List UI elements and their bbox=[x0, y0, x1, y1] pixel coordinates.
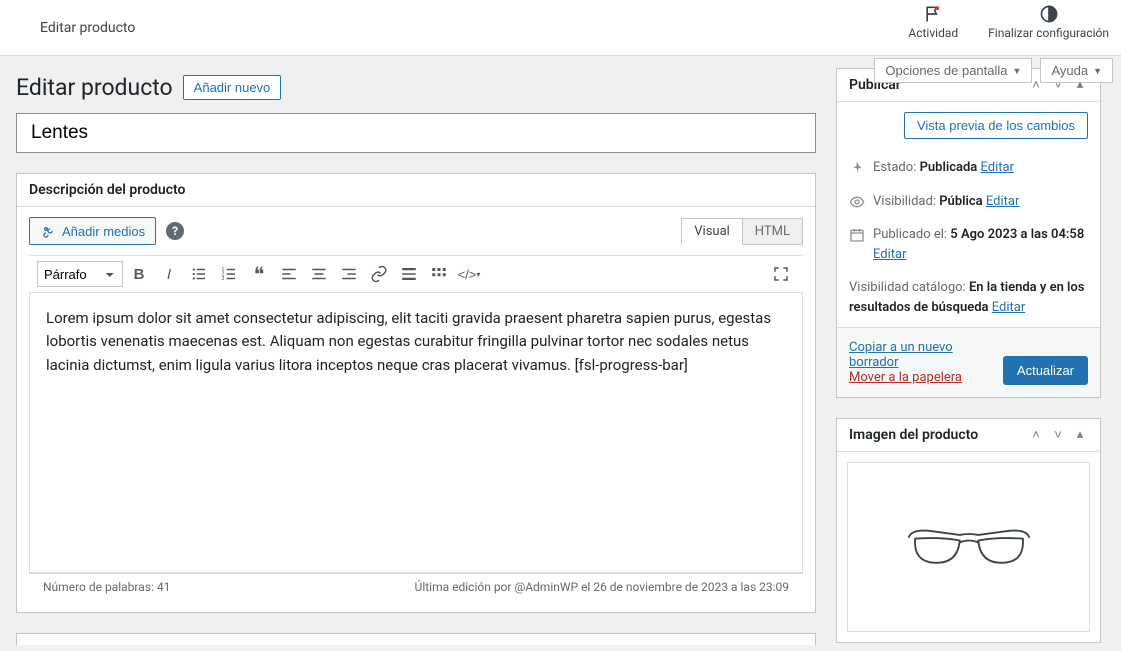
quote-button[interactable]: ❝ bbox=[245, 260, 273, 288]
bullet-list-button[interactable] bbox=[185, 260, 213, 288]
align-right-icon bbox=[340, 265, 358, 283]
bold-button[interactable]: B bbox=[125, 260, 153, 288]
pin-icon bbox=[849, 160, 865, 176]
align-right-button[interactable] bbox=[335, 260, 363, 288]
move-up-icon[interactable]: ˄ bbox=[1028, 427, 1044, 443]
format-select[interactable]: Párrafo bbox=[37, 261, 123, 287]
list-ul-icon bbox=[190, 265, 208, 283]
help-icon[interactable]: ? bbox=[166, 222, 184, 240]
activity-button[interactable]: Actividad bbox=[908, 4, 958, 40]
align-left-icon bbox=[280, 265, 298, 283]
finish-config-button[interactable]: Finalizar configuración bbox=[988, 4, 1109, 40]
readmore-button[interactable] bbox=[395, 260, 423, 288]
add-new-button[interactable]: Añadir nuevo bbox=[183, 75, 282, 100]
code-button[interactable]: </>▾ bbox=[455, 260, 483, 288]
product-image[interactable] bbox=[847, 462, 1090, 632]
screen-options-button[interactable]: Opciones de pantalla▼ bbox=[874, 58, 1032, 83]
edit-date-link[interactable]: Editar bbox=[873, 247, 907, 262]
kitchen-sink-icon bbox=[430, 265, 448, 283]
link-button[interactable] bbox=[365, 260, 393, 288]
help-button[interactable]: Ayuda▼ bbox=[1040, 58, 1113, 83]
number-list-button[interactable]: 123 bbox=[215, 260, 243, 288]
align-center-icon bbox=[310, 265, 328, 283]
editor-content[interactable]: Lorem ipsum dolor sit amet consectetur a… bbox=[29, 293, 803, 573]
list-ol-icon: 123 bbox=[220, 265, 238, 283]
align-center-button[interactable] bbox=[305, 260, 333, 288]
add-media-button[interactable]: Añadir medios bbox=[29, 217, 156, 245]
media-icon bbox=[40, 223, 56, 239]
contrast-icon bbox=[1039, 4, 1059, 24]
editor-box-title: Descripción del producto bbox=[29, 182, 185, 198]
eye-icon bbox=[849, 194, 865, 210]
flag-icon bbox=[923, 4, 943, 24]
image-box-title: Imagen del producto bbox=[849, 427, 978, 443]
italic-button[interactable]: I bbox=[155, 260, 183, 288]
edit-status-link[interactable]: Editar bbox=[981, 160, 1015, 175]
collapse-icon[interactable]: ▴ bbox=[1072, 427, 1088, 443]
glasses-icon bbox=[904, 522, 1034, 572]
svg-text:3: 3 bbox=[222, 276, 225, 282]
trash-link[interactable]: Mover a la papelera bbox=[849, 370, 962, 385]
calendar-icon bbox=[849, 227, 865, 243]
copy-draft-link[interactable]: Copiar a un nuevo borrador bbox=[849, 340, 953, 370]
preview-button[interactable]: Vista previa de los cambios bbox=[904, 112, 1088, 139]
page-title: Editar producto bbox=[16, 74, 173, 101]
tab-visual[interactable]: Visual bbox=[681, 218, 743, 245]
product-title-input[interactable] bbox=[16, 113, 816, 153]
edit-visibility-link[interactable]: Editar bbox=[986, 194, 1020, 209]
word-count: Número de palabras: 41 bbox=[43, 580, 170, 594]
edit-catalog-link[interactable]: Editar bbox=[992, 300, 1026, 315]
toolbar-toggle-button[interactable] bbox=[425, 260, 453, 288]
readmore-icon bbox=[400, 265, 418, 283]
fullscreen-button[interactable] bbox=[767, 260, 795, 288]
tab-html[interactable]: HTML bbox=[743, 218, 803, 245]
move-down-icon[interactable]: ˅ bbox=[1050, 427, 1066, 443]
expand-icon bbox=[772, 265, 790, 283]
last-edit: Última edición por @AdminWP el 26 de nov… bbox=[415, 580, 789, 594]
breadcrumb: Editar producto bbox=[40, 20, 135, 36]
link-icon bbox=[370, 265, 388, 283]
update-button[interactable]: Actualizar bbox=[1003, 356, 1088, 385]
align-left-button[interactable] bbox=[275, 260, 303, 288]
